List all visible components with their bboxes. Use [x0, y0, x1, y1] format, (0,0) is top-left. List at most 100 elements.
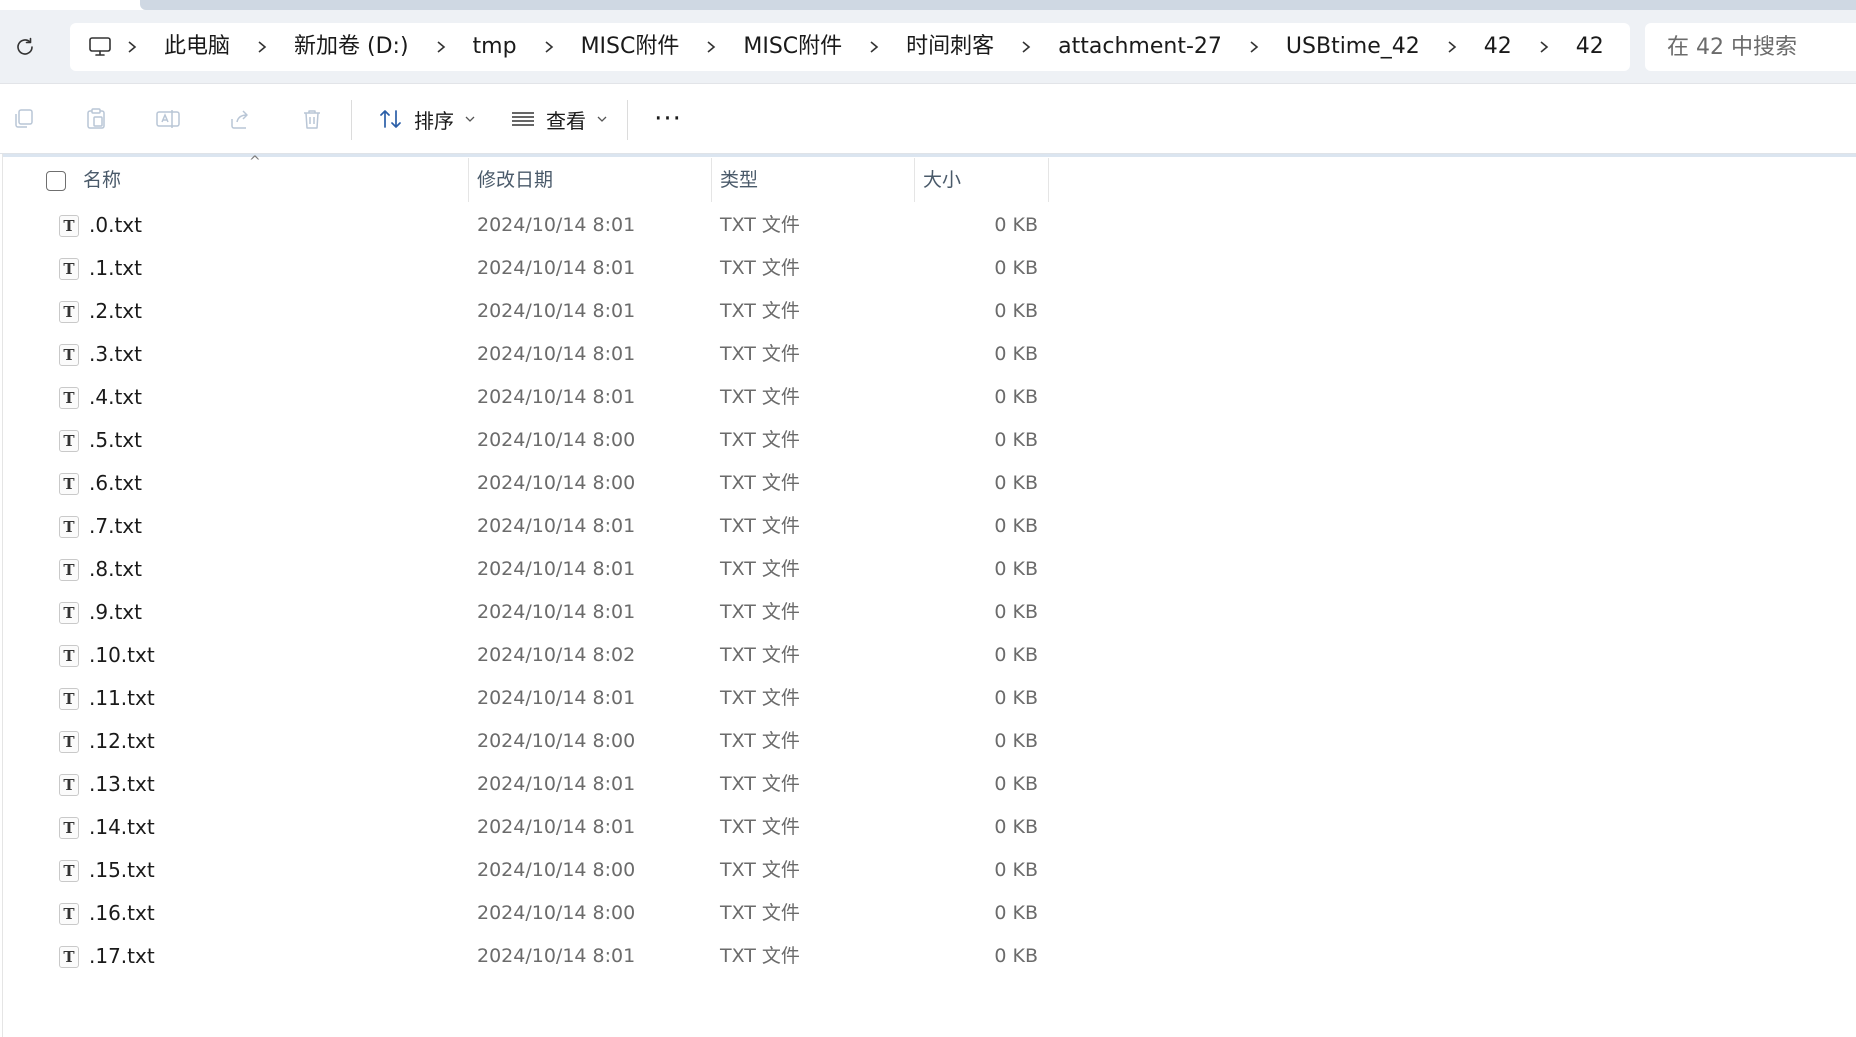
column-header-type[interactable]: 类型 [720, 158, 910, 202]
file-name: .12.txt [89, 729, 155, 753]
text-file-icon: T [59, 430, 79, 452]
file-type: TXT 文件 [720, 816, 800, 838]
file-row[interactable]: T .10.txt 2024/10/14 8:02 TXT 文件 0 KB [3, 634, 1856, 677]
more-options-button[interactable]: ··· [648, 99, 688, 139]
chevron-down-icon [597, 116, 607, 122]
chevron-right-icon[interactable] [856, 40, 892, 54]
file-name: .15.txt [89, 858, 155, 882]
breadcrumb-item[interactable]: 时间刺客 [892, 27, 1008, 67]
breadcrumb-item[interactable]: USBtime_42 [1272, 27, 1434, 67]
file-modified: 2024/10/14 8:01 [477, 816, 636, 838]
file-row[interactable]: T .16.txt 2024/10/14 8:00 TXT 文件 0 KB [3, 892, 1856, 935]
file-row[interactable]: T .8.txt 2024/10/14 8:01 TXT 文件 0 KB [3, 548, 1856, 591]
share-button[interactable] [220, 99, 260, 139]
file-type: TXT 文件 [720, 558, 800, 580]
text-file-icon: T [59, 258, 79, 280]
file-list: ^ 名称 修改日期 类型 大小 T .0.txt 2024/10/14 8:01… [2, 154, 1856, 1037]
computer-icon[interactable] [88, 36, 114, 58]
copy-button[interactable] [4, 99, 44, 139]
text-file-icon: T [59, 860, 79, 882]
file-size: 0 KB [994, 816, 1038, 838]
file-modified: 2024/10/14 8:01 [477, 558, 636, 580]
column-header-name[interactable]: 名称 [83, 158, 463, 202]
file-type: TXT 文件 [720, 343, 800, 365]
file-type: TXT 文件 [720, 214, 800, 236]
file-modified: 2024/10/14 8:01 [477, 343, 636, 365]
delete-button[interactable] [292, 99, 332, 139]
text-file-icon: T [59, 387, 79, 409]
text-file-icon: T [59, 344, 79, 366]
text-file-icon: T [59, 817, 79, 839]
search-input[interactable] [1667, 34, 1856, 60]
text-file-icon: T [59, 473, 79, 495]
breadcrumb-item[interactable]: attachment-27 [1044, 27, 1236, 67]
column-header-size[interactable]: 大小 [923, 158, 1043, 202]
column-divider[interactable] [914, 158, 915, 202]
sort-button[interactable]: 排序 [370, 99, 484, 139]
text-file-icon: T [59, 645, 79, 667]
column-divider[interactable] [468, 158, 469, 202]
file-row[interactable]: T .9.txt 2024/10/14 8:01 TXT 文件 0 KB [3, 591, 1856, 634]
column-header-row: ^ 名称 修改日期 类型 大小 [3, 154, 1856, 202]
file-type: TXT 文件 [720, 515, 800, 537]
file-row[interactable]: T .2.txt 2024/10/14 8:01 TXT 文件 0 KB [3, 290, 1856, 333]
file-row[interactable]: T .1.txt 2024/10/14 8:01 TXT 文件 0 KB [3, 247, 1856, 290]
breadcrumb-item[interactable]: 42 [1470, 27, 1526, 67]
file-row[interactable]: T .15.txt 2024/10/14 8:00 TXT 文件 0 KB [3, 849, 1856, 892]
file-modified: 2024/10/14 8:01 [477, 687, 636, 709]
chevron-right-icon[interactable] [244, 40, 280, 54]
chevron-right-icon[interactable] [1236, 40, 1272, 54]
chevron-right-icon[interactable] [531, 40, 567, 54]
file-modified: 2024/10/14 8:00 [477, 429, 636, 451]
view-button[interactable]: 查看 [502, 99, 616, 139]
file-row[interactable]: T .7.txt 2024/10/14 8:01 TXT 文件 0 KB [3, 505, 1856, 548]
file-row[interactable]: T .3.txt 2024/10/14 8:01 TXT 文件 0 KB [3, 333, 1856, 376]
chevron-right-icon[interactable] [1008, 40, 1044, 54]
divider [3, 154, 1856, 157]
breadcrumb-item[interactable]: 此电脑 [150, 27, 244, 67]
file-size: 0 KB [994, 558, 1038, 580]
column-divider[interactable] [711, 158, 712, 202]
file-name: .16.txt [89, 901, 155, 925]
file-row[interactable]: T .0.txt 2024/10/14 8:01 TXT 文件 0 KB [3, 204, 1856, 247]
file-row[interactable]: T .17.txt 2024/10/14 8:01 TXT 文件 0 KB [3, 935, 1856, 978]
column-header-modified[interactable]: 修改日期 [477, 158, 707, 202]
file-modified: 2024/10/14 8:01 [477, 300, 636, 322]
file-type: TXT 文件 [720, 257, 800, 279]
address-row: 此电脑 新加卷 (D:) tmp MISC附件 MISC附件 时间刺客 atta… [0, 10, 1856, 84]
chevron-right-icon[interactable] [423, 40, 459, 54]
file-row[interactable]: T .6.txt 2024/10/14 8:00 TXT 文件 0 KB [3, 462, 1856, 505]
file-type: TXT 文件 [720, 859, 800, 881]
breadcrumb-item[interactable]: MISC附件 [567, 27, 694, 67]
file-row[interactable]: T .5.txt 2024/10/14 8:00 TXT 文件 0 KB [3, 419, 1856, 462]
file-name: .3.txt [89, 342, 142, 366]
file-name: .2.txt [89, 299, 142, 323]
file-row[interactable]: T .4.txt 2024/10/14 8:01 TXT 文件 0 KB [3, 376, 1856, 419]
rename-button[interactable] [148, 99, 188, 139]
file-name: .5.txt [89, 428, 142, 452]
chevron-down-icon [465, 116, 475, 122]
breadcrumb-item[interactable]: MISC附件 [729, 27, 856, 67]
file-name: .8.txt [89, 557, 142, 581]
file-row[interactable]: T .14.txt 2024/10/14 8:01 TXT 文件 0 KB [3, 806, 1856, 849]
select-all-checkbox[interactable] [46, 171, 66, 191]
breadcrumb-item[interactable]: 新加卷 (D:) [280, 27, 423, 67]
chevron-right-icon[interactable] [114, 40, 150, 54]
file-type: TXT 文件 [720, 730, 800, 752]
file-row[interactable]: T .13.txt 2024/10/14 8:01 TXT 文件 0 KB [3, 763, 1856, 806]
paste-button[interactable] [76, 99, 116, 139]
chevron-right-icon[interactable] [693, 40, 729, 54]
file-row[interactable]: T .11.txt 2024/10/14 8:01 TXT 文件 0 KB [3, 677, 1856, 720]
breadcrumb-item-current[interactable]: 42 [1562, 27, 1618, 67]
refresh-button[interactable] [8, 30, 42, 64]
search-box [1645, 23, 1856, 71]
file-modified: 2024/10/14 8:00 [477, 859, 636, 881]
column-divider[interactable] [1048, 158, 1049, 202]
breadcrumb-item[interactable]: tmp [459, 27, 531, 67]
refresh-icon [17, 37, 33, 55]
file-row[interactable]: T .12.txt 2024/10/14 8:00 TXT 文件 0 KB [3, 720, 1856, 763]
chevron-right-icon[interactable] [1526, 40, 1562, 54]
file-type: TXT 文件 [720, 644, 800, 666]
chevron-right-icon[interactable] [1434, 40, 1470, 54]
file-name: .6.txt [89, 471, 142, 495]
